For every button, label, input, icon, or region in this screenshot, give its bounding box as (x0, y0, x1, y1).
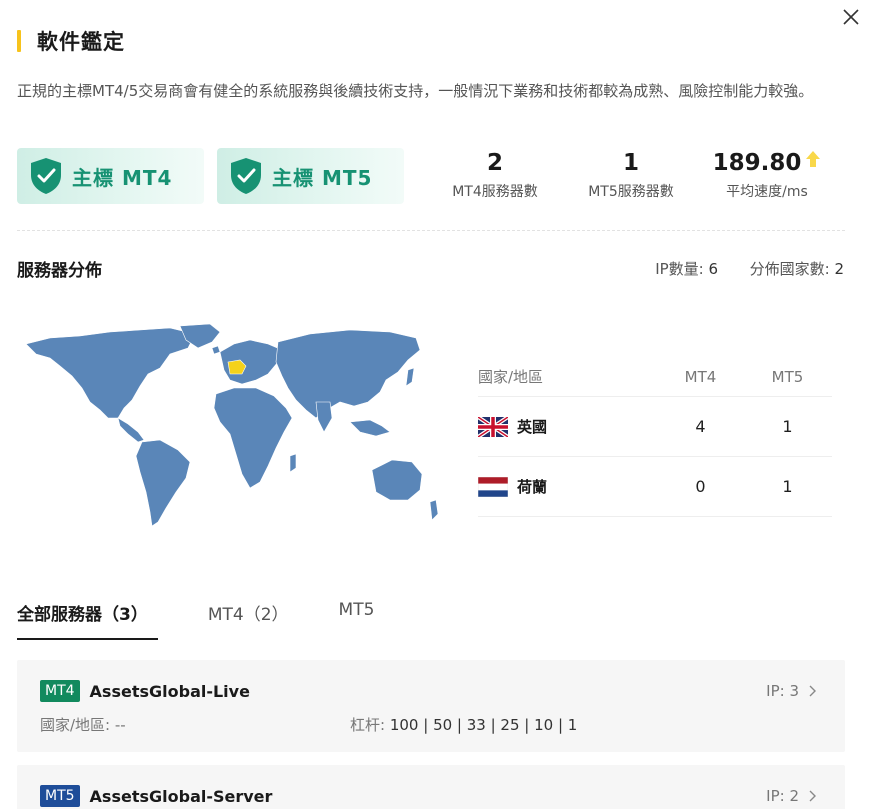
chevron-right-icon (807, 790, 817, 802)
badge-main-mt5: 主標 MT5 (217, 148, 404, 204)
distribution-title: 服務器分佈 (17, 261, 102, 281)
stat-label: MT5服務器數 (588, 184, 674, 200)
header-country: 國家/地區 (478, 368, 544, 386)
section-header: 軟件鑑定 (17, 26, 125, 56)
country-cell: 荷蘭 (478, 476, 658, 497)
ip-count-label: IP數量: (655, 260, 704, 278)
server-header: MT4 AssetsGlobal-Live (40, 680, 250, 702)
country-cell: 英國 (478, 416, 658, 437)
divider (17, 230, 845, 231)
platform-tag: MT4 (40, 680, 80, 702)
platform-tag: MT5 (40, 785, 80, 807)
arrow-up-icon (805, 150, 821, 168)
server-card[interactable]: MT5 AssetsGlobal-Server IP: 2 (17, 765, 845, 809)
server-header: MT5 AssetsGlobal-Server (40, 785, 272, 807)
header-mt5: MT5 (771, 367, 804, 386)
country-value: -- (114, 716, 126, 734)
country-name: 英國 (517, 418, 548, 436)
stat-value-row: 189.80 (712, 148, 822, 178)
country-name: 荷蘭 (517, 478, 548, 496)
tab-all-servers[interactable]: 全部服務器（3） (17, 600, 158, 640)
stat-value: 2 (486, 150, 503, 176)
ip-count: 6 (708, 260, 719, 278)
stat-value: 189.80 (712, 150, 802, 176)
server-tabs: 全部服務器（3） MT4（2） MT5 (17, 600, 424, 640)
leverage-value: 100 | 50 | 33 | 25 | 10 | 1 (389, 716, 578, 734)
country-count-label: 分佈國家數: (749, 260, 830, 278)
description-text: 正規的主標MT4/5交易商會有健全的系統服務與後續技術支持，一般情況下業務和技術… (17, 82, 814, 100)
ip-count-link[interactable]: IP: 3 (766, 682, 817, 700)
mt4-count: 0 (695, 477, 706, 496)
stat-average-speed: 189.80 平均速度/ms (712, 148, 822, 201)
country-label: 國家/地區: (40, 716, 111, 734)
stat-label: 平均速度/ms (726, 184, 808, 200)
uk-flag-icon (478, 416, 508, 437)
stat-label: MT4服務器數 (452, 184, 538, 200)
tab-mt4[interactable]: MT4（2） (208, 600, 289, 640)
ip-count-link[interactable]: IP: 2 (766, 787, 817, 805)
mt5-count: 1 (782, 477, 793, 496)
distribution-table: 國家/地區 MT4 MT5 英國 4 1 荷蘭 0 1 (478, 357, 832, 517)
table-row: 英國 4 1 (478, 397, 832, 457)
server-card[interactable]: MT4 AssetsGlobal-Live IP: 3 國家/地區: -- 杠杆:… (17, 660, 845, 752)
section-title: 軟件鑑定 (37, 30, 125, 54)
header-mt4: MT4 (684, 367, 717, 386)
server-name: AssetsGlobal-Live (89, 681, 250, 701)
server-details: 國家/地區: -- 杠杆: 100 | 50 | 33 | 25 | 10 | 1 (40, 714, 820, 735)
server-name: AssetsGlobal-Server (89, 786, 273, 806)
badge-label: 主標 MT5 (272, 165, 373, 190)
ip-count-text: IP: 3 (766, 682, 799, 700)
chevron-right-icon (807, 685, 817, 697)
stat-mt4-servers: 2 MT4服務器數 (440, 148, 550, 201)
accent-bar (17, 30, 21, 52)
mt4-count: 4 (695, 417, 706, 436)
close-button[interactable] (840, 6, 862, 28)
country-detail: 國家/地區: -- (40, 714, 350, 735)
ip-stats: IP數量: 6 分佈國家數: 2 (655, 258, 844, 279)
tab-mt5[interactable]: MT5 (339, 600, 375, 640)
world-map (20, 322, 448, 532)
leverage-label: 杠杆: (350, 716, 386, 734)
close-icon (843, 9, 859, 25)
shield-check-icon (229, 157, 263, 195)
badge-main-mt4: 主標 MT4 (17, 148, 204, 204)
country-count: 2 (834, 260, 844, 278)
netherlands-flag-icon (478, 476, 508, 497)
shield-check-icon (29, 157, 63, 195)
stat-mt5-servers: 1 MT5服務器數 (576, 148, 686, 201)
table-header-row: 國家/地區 MT4 MT5 (478, 357, 832, 397)
table-row: 荷蘭 0 1 (478, 457, 832, 517)
ip-count-text: IP: 2 (766, 787, 799, 805)
mt5-count: 1 (782, 417, 793, 436)
stat-value: 1 (622, 150, 639, 176)
badge-label: 主標 MT4 (72, 165, 173, 190)
